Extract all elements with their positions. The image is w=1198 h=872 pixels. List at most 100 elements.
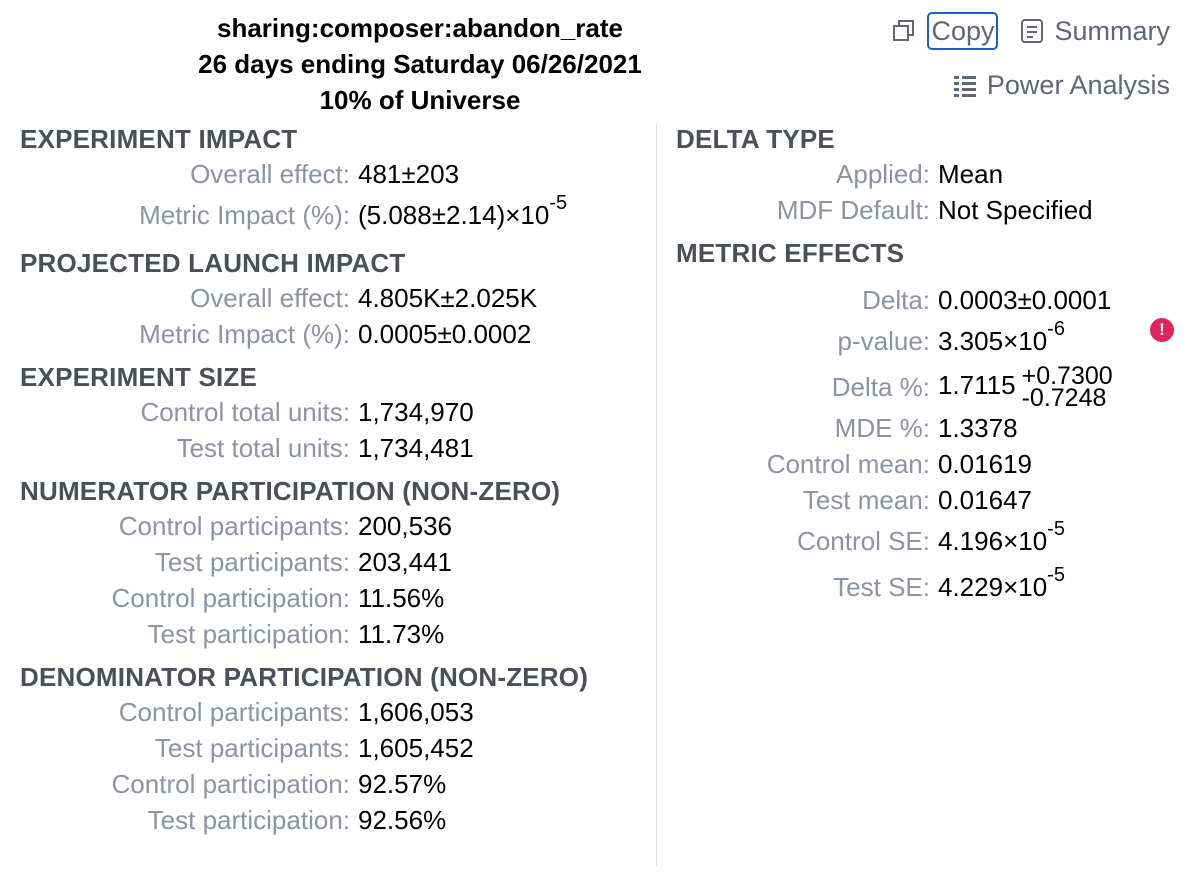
actions: Copy Summary Power Analysis — [869, 12, 1170, 101]
stat-value: 11.56% — [358, 582, 445, 613]
stat-row: Control total units: 1,734,970 — [20, 394, 655, 430]
universe: 10% of Universe — [319, 85, 521, 115]
value-exponent: -5 — [1047, 563, 1065, 586]
stat-value: 92.57% — [358, 768, 447, 799]
stat-row: Test SE: 4.229×10-5 — [676, 564, 1176, 610]
stat-row: Applied: Mean — [676, 156, 1176, 192]
stat-row: Delta: 0.0003±0.0001 — [676, 282, 1176, 318]
value-mantissa: 4.229×10 — [938, 571, 1048, 602]
ci-lower: -0.7248 — [1021, 384, 1107, 412]
stat-row: Test participation: 11.73% — [20, 616, 655, 652]
stat-label: MDF Default: — [776, 194, 930, 225]
summary-button[interactable]: Summary — [1020, 16, 1170, 47]
section-title: PROJECTED LAUNCH IMPACT — [20, 248, 406, 278]
stat-value: Not Specified — [938, 194, 1093, 225]
stat-value: 4.805K±2.025K — [358, 282, 538, 313]
right-column: DELTA TYPE Applied: Mean MDF Default: No… — [676, 122, 1176, 610]
stat-row: Metric Impact (%): (5.088±2.14)×10-5 — [20, 192, 655, 238]
stat-row: Overall effect: 481±203 — [20, 156, 655, 192]
metric-name: sharing:composer:abandon_rate — [217, 13, 623, 43]
section-title: EXPERIMENT IMPACT — [20, 124, 298, 154]
stat-row: Control participants: 1,606,053 — [20, 694, 655, 730]
stat-row: Test participants: 1,605,452 — [20, 730, 655, 766]
stat-value: 0.01619 — [938, 448, 1032, 479]
stat-value: 1,606,053 — [358, 696, 474, 727]
stat-label: Test participants: — [154, 732, 350, 763]
stat-row: Control SE: 4.196×10-5 — [676, 518, 1176, 564]
value-exponent: -5 — [549, 191, 568, 214]
value-mantissa: 3.305×10 — [938, 325, 1048, 356]
report-header: sharing:composer:abandon_rate 26 days en… — [170, 10, 670, 118]
stat-value: 4.196×10-5 — [932, 518, 1065, 557]
section-title: DELTA TYPE — [676, 124, 835, 154]
stat-label: Control SE: — [797, 525, 930, 556]
list-icon — [953, 75, 976, 97]
warning-icon[interactable]: ! — [1150, 318, 1174, 342]
section-title: METRIC EFFECTS — [676, 238, 905, 268]
stat-row: MDE %: 1.3378 — [676, 410, 1176, 446]
stat-value: 0.01647 — [938, 484, 1032, 515]
stat-label: Test participation: — [147, 804, 350, 835]
document-icon — [1021, 19, 1044, 43]
section-title: NUMERATOR PARTICIPATION (NON-ZERO) — [20, 476, 561, 506]
stat-label: Test mean: — [802, 484, 930, 515]
stat-row: Control participants: 200,536 — [20, 508, 655, 544]
section-title: EXPERIMENT SIZE — [20, 362, 258, 392]
confidence-interval: +0.7300 -0.7248 — [1021, 364, 1113, 412]
stat-label: Control total units: — [140, 396, 350, 427]
section-title: DENOMINATOR PARTICIPATION (NON-ZERO) — [20, 662, 589, 692]
stat-label: Delta: — [862, 284, 930, 315]
stat-label: Test total units: — [176, 432, 350, 463]
copy-label: Copy — [927, 12, 999, 50]
stat-label: Metric Impact (%): — [139, 199, 350, 230]
stat-value: 0.0005±0.0002 — [358, 318, 532, 349]
stat-label: Metric Impact (%): — [139, 318, 350, 349]
stat-value: 3.305×10-6 — [932, 318, 1065, 357]
stat-row: Metric Impact (%): 0.0005±0.0002 — [20, 316, 655, 352]
stat-row: Test mean: 0.01647 — [676, 482, 1176, 518]
left-column: EXPERIMENT IMPACT Overall effect: 481±20… — [20, 122, 655, 838]
power-analysis-label: Power Analysis — [986, 70, 1170, 100]
stat-label: Control participants: — [118, 510, 350, 541]
value-exponent: -5 — [1047, 517, 1065, 540]
stat-value: 1,734,970 — [358, 396, 474, 427]
stat-value: 1,734,481 — [358, 432, 474, 463]
stat-label: Delta %: — [831, 371, 930, 402]
stat-row: Control participation: 11.56% — [20, 580, 655, 616]
stat-row: Test participation: 92.56% — [20, 802, 655, 838]
stat-label: Control participation: — [111, 768, 350, 799]
stat-value: (5.088±2.14)×10-5 — [352, 192, 567, 231]
value-exponent: -6 — [1047, 317, 1065, 340]
summary-label: Summary — [1054, 15, 1170, 46]
stat-label: Control mean: — [766, 448, 930, 479]
stat-label: p-value: — [837, 325, 931, 356]
stat-label: Test participation: — [147, 618, 350, 649]
stat-row: Control participation: 92.57% — [20, 766, 655, 802]
period: 26 days ending Saturday 06/26/2021 — [198, 49, 642, 79]
stat-value: 4.229×10-5 — [932, 564, 1065, 603]
copy-button[interactable]: Copy — [891, 12, 999, 50]
stat-value: 1.7115 +0.7300 -0.7248 — [932, 364, 1113, 412]
stat-row: Control mean: 0.01619 — [676, 446, 1176, 482]
stat-row: p-value: 3.305×10-6 — [676, 318, 1176, 364]
stat-row: Test total units: 1,734,481 — [20, 430, 655, 466]
stat-label: MDE %: — [834, 412, 930, 443]
stat-value: 0.0003±0.0001 — [938, 284, 1112, 315]
stat-value: 1.3378 — [938, 412, 1018, 443]
stat-value: 203,441 — [358, 546, 452, 577]
value-mantissa: (5.088±2.14)×10 — [358, 199, 550, 230]
stat-row: MDF Default: Not Specified — [676, 192, 1176, 228]
stat-row: Delta %: 1.7115 +0.7300 -0.7248 — [676, 364, 1176, 412]
stat-label: Test participants: — [154, 546, 350, 577]
value-main: 1.7115 — [938, 369, 1016, 400]
stat-value: 11.73% — [358, 618, 445, 649]
stat-value: 92.56% — [358, 804, 447, 835]
stat-label: Test SE: — [833, 571, 930, 602]
stat-label: Control participation: — [111, 582, 350, 613]
stat-label: Control participants: — [118, 696, 350, 727]
power-analysis-button[interactable]: Power Analysis — [953, 70, 1170, 101]
stat-label: Applied: — [836, 158, 930, 189]
value-mantissa: 4.196×10 — [938, 525, 1048, 556]
stat-row: Test participants: 203,441 — [20, 544, 655, 580]
stat-value: Mean — [938, 158, 1004, 189]
